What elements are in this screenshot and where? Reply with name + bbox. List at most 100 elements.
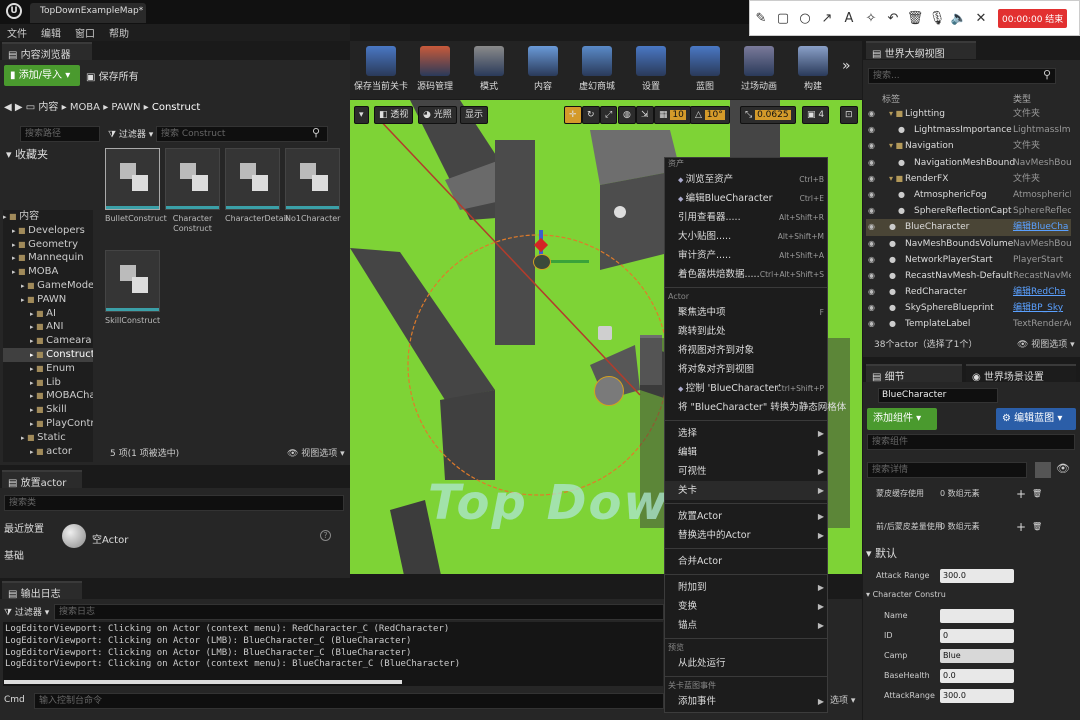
- scale-snap-button[interactable]: ⤡ 0.0625: [740, 106, 796, 124]
- visibility-eye-icon[interactable]: ◉: [868, 171, 875, 187]
- add-element-icon[interactable]: +: [1016, 484, 1026, 504]
- context-menu-item[interactable]: 将 "BlueCharacter" 转换为静态网格体: [665, 398, 846, 417]
- undo-icon[interactable]: ↶: [882, 11, 904, 26]
- text-icon[interactable]: A: [838, 11, 860, 26]
- context-menu-item[interactable]: 大小贴图..... Alt+Shift+M: [665, 227, 827, 246]
- outliner-row[interactable]: ◉ ● RedCharacter 编辑RedCha: [866, 284, 1071, 300]
- tree-folder-item[interactable]: ▸ ■ Developers: [3, 224, 93, 238]
- outliner-col-label[interactable]: 标签: [882, 92, 900, 105]
- world-settings-tab[interactable]: ◉ 世界场景设置: [966, 364, 1076, 383]
- arrow-icon[interactable]: ↗: [816, 11, 838, 26]
- close-icon[interactable]: ✕: [970, 11, 992, 26]
- show-button[interactable]: 显示: [460, 106, 489, 124]
- visibility-eye-icon[interactable]: ◉: [868, 138, 875, 154]
- tree-folder-item[interactable]: ▸ ■ Skill: [3, 403, 93, 417]
- visibility-eye-icon[interactable]: ◉: [868, 219, 875, 235]
- outliner-type[interactable]: 编辑BlueCha: [1013, 219, 1071, 235]
- outliner-row[interactable]: ◉ ▾ ■ RenderFX 文件夹: [866, 171, 1071, 187]
- context-menu-item[interactable]: 着色器烘焙数据..... Ctrl+Alt+Shift+S: [665, 265, 827, 284]
- outliner-row[interactable]: ◉ ● TemplateLabel TextRenderAc: [866, 316, 1071, 331]
- visibility-eye-icon[interactable]: ◉: [868, 122, 875, 138]
- menu-file[interactable]: 文件: [0, 25, 34, 40]
- visibility-eye-icon[interactable]: ◉: [868, 203, 875, 219]
- context-menu-item[interactable]: 将视图对齐到对象: [665, 341, 827, 360]
- tree-folder-item[interactable]: ▸ ■ PlayContro: [3, 417, 93, 431]
- context-menu-item[interactable]: 聚焦选中项 F: [665, 303, 827, 322]
- visibility-eye-icon[interactable]: ◉: [868, 252, 875, 268]
- context-menu-item[interactable]: 审计资产..... Alt+Shift+A: [665, 246, 827, 265]
- visibility-eye-icon[interactable]: ◉: [868, 268, 875, 284]
- tree-folder-item[interactable]: ▸ ■ ANI: [3, 320, 93, 334]
- toolbar-button[interactable]: 模式: [460, 44, 518, 94]
- context-menu-item[interactable]: 从此处运行: [665, 654, 827, 673]
- outliner-row[interactable]: ◉ ● NavigationMeshBound NavMeshBou: [866, 155, 1071, 171]
- visibility-eye-icon[interactable]: ◉: [868, 155, 875, 171]
- tree-folder-item[interactable]: ▸ ■ MOBACha: [3, 389, 93, 403]
- context-menu-item[interactable]: ◆ 编辑BlueCharacter Ctrl+E: [665, 189, 827, 208]
- tree-folder-item[interactable]: ▸ ■ actor: [3, 445, 93, 459]
- console-command-input[interactable]: 输入控制台命令: [34, 693, 664, 709]
- tree-folder-item[interactable]: ▸ ■ Cameara: [3, 334, 93, 348]
- visibility-eye-icon[interactable]: ◉: [868, 284, 875, 300]
- breadcrumb-item[interactable]: MOBA: [70, 102, 100, 113]
- pen-icon[interactable]: ✎: [750, 11, 772, 26]
- trash-icon[interactable]: 🗑: [1032, 517, 1042, 537]
- context-menu-item[interactable]: 变换 ▶: [665, 597, 827, 616]
- toolbar-button[interactable]: 源码管理: [406, 44, 464, 94]
- context-menu-item[interactable]: 替换选中的Actor ▶: [665, 526, 827, 545]
- breadcrumb-item[interactable]: PAWN: [111, 102, 140, 113]
- place-category-basic[interactable]: 基础: [4, 547, 24, 562]
- trash-icon[interactable]: 🗑: [904, 11, 926, 26]
- attack-range-input[interactable]: 300.0: [940, 569, 1014, 583]
- add-component-button[interactable]: 添加组件 ▾: [867, 408, 937, 430]
- tree-folder-item[interactable]: ▸ ■ Lib: [3, 376, 93, 390]
- context-menu-item[interactable]: 选择 ▶: [665, 424, 827, 443]
- toolbar-overflow-icon[interactable]: »: [842, 58, 851, 74]
- mic-mute-icon[interactable]: 🎙: [926, 11, 948, 26]
- breadcrumb-item[interactable]: Construct: [152, 102, 200, 113]
- tree-folder-item[interactable]: ▸ ■ Static: [3, 431, 93, 445]
- outliner-row[interactable]: ◉ ▾ ■ Lightting 文件夹: [866, 106, 1071, 122]
- context-menu-item[interactable]: 将对象对齐到视图: [665, 360, 827, 379]
- outliner-row[interactable]: ◉ ● AtmosphericFog AtmosphericFo: [866, 187, 1071, 203]
- context-menu-item[interactable]: 编辑 ▶: [665, 443, 827, 462]
- menu-edit[interactable]: 编辑: [34, 25, 68, 40]
- outliner-row[interactable]: ◉ ● NavMeshBoundsVolume NavMeshBou: [866, 236, 1071, 252]
- lit-button[interactable]: ◕ 光照: [418, 106, 457, 124]
- tree-folder-item[interactable]: ▸ ■ 内容: [3, 210, 93, 224]
- property-matrix-icon[interactable]: [1035, 462, 1051, 478]
- details-search-input[interactable]: 搜索详情: [867, 462, 1027, 478]
- default-section-header[interactable]: ▾ 默认: [866, 545, 1076, 561]
- asset-tile[interactable]: Character Construct: [165, 148, 220, 240]
- place-category-recent[interactable]: 最近放置: [4, 520, 44, 535]
- context-menu-item[interactable]: 合并Actor: [665, 552, 827, 571]
- construct-section-header[interactable]: ▾ Character Constru: [866, 590, 1076, 599]
- property-input[interactable]: 0.0: [940, 669, 1014, 683]
- grid-snap-button[interactable]: ▦ 10: [654, 106, 691, 124]
- outliner-row[interactable]: ◉ ● LightmassImportance LightmassImp: [866, 122, 1071, 138]
- toolbar-button[interactable]: 构建: [784, 44, 842, 94]
- property-input[interactable]: [940, 609, 1014, 623]
- context-menu-item[interactable]: ◆ 控制 'BlueCharacter' Ctrl+Shift+P: [665, 379, 827, 398]
- output-log-tab[interactable]: ▤ 输出日志: [2, 581, 82, 600]
- maximize-viewport-icon[interactable]: ⊡: [840, 106, 858, 124]
- transform-rotate-icon[interactable]: ↻: [582, 106, 600, 124]
- outliner-type[interactable]: 编辑RedCha: [1013, 284, 1071, 300]
- level-tab[interactable]: TopDownExampleMap*: [30, 3, 146, 23]
- tree-folder-item[interactable]: ▸ ■ Geometry: [3, 238, 93, 252]
- asset-tile[interactable]: SkillConstruct: [105, 250, 160, 342]
- property-input[interactable]: Blue: [940, 649, 1014, 663]
- visibility-icon[interactable]: 👁: [1056, 462, 1070, 475]
- reflection-probe-icon[interactable]: [614, 206, 626, 218]
- edit-blueprint-button[interactable]: ⚙ 编辑蓝图 ▾: [996, 408, 1076, 430]
- perspective-button[interactable]: ◧ 透视: [374, 106, 414, 124]
- context-menu-item[interactable]: 附加到 ▶: [665, 578, 827, 597]
- red-character[interactable]: [594, 376, 624, 406]
- property-input[interactable]: 0: [940, 629, 1014, 643]
- outliner-search-input[interactable]: 搜索...: [868, 68, 1056, 84]
- outliner-row[interactable]: ◉ ● RecastNavMesh-Default RecastNavMe: [866, 268, 1071, 284]
- outliner-type[interactable]: 编辑BP_Sky: [1013, 300, 1071, 316]
- toolbar-button[interactable]: 内容: [514, 44, 572, 94]
- toolbar-button[interactable]: 保存当前关卡: [352, 44, 410, 94]
- rectangle-icon[interactable]: ▢: [772, 11, 794, 26]
